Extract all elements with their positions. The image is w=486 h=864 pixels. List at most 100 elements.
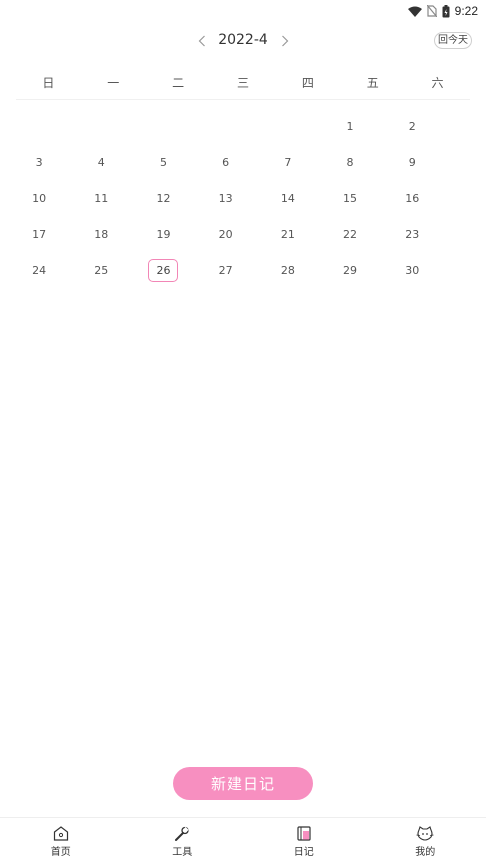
home-icon <box>53 826 68 841</box>
calendar-empty-cell <box>132 109 194 145</box>
calendar-day[interactable]: 5 <box>132 145 194 181</box>
day-number: 5 <box>159 156 167 170</box>
calendar-day[interactable]: 9 <box>381 145 443 181</box>
bottom-nav: 首页 工具 日记 我的 <box>0 817 486 864</box>
weekday-label: 四 <box>301 76 314 90</box>
day-number: 10 <box>32 191 47 205</box>
nav-item-mine[interactable]: 我的 <box>365 818 486 864</box>
day-number: 2 <box>408 120 416 134</box>
day-number <box>273 115 303 138</box>
day-number <box>148 115 178 138</box>
month-header: 2022-4 回今天 <box>0 28 486 54</box>
calendar-day[interactable]: 24 <box>8 252 70 288</box>
weekday-label: 日 <box>42 76 55 90</box>
weekday-header: 日 一 二 三 四 五 六 <box>16 74 470 100</box>
day-number: 28 <box>280 263 295 277</box>
weekday-label: 五 <box>366 76 379 90</box>
new-diary-button[interactable]: 新建日记 <box>173 767 313 800</box>
calendar-empty-cell <box>70 109 132 145</box>
day-number: 29 <box>343 263 358 277</box>
day-number: 18 <box>94 227 109 241</box>
calendar-day[interactable]: 27 <box>195 252 257 288</box>
calendar-day[interactable]: 1 <box>319 109 381 145</box>
calendar-day[interactable]: 28 <box>257 252 319 288</box>
day-number: 20 <box>218 227 233 241</box>
back-to-today-button[interactable]: 回今天 <box>434 32 472 49</box>
nav-item-tools[interactable]: 工具 <box>122 818 244 864</box>
diary-icon <box>297 826 311 841</box>
day-number: 7 <box>284 156 292 170</box>
calendar-day[interactable]: 11 <box>70 181 132 217</box>
month-title: 2022-4 <box>218 32 268 48</box>
nav-label-diary: 日记 <box>293 847 314 858</box>
weekday-label: 二 <box>172 76 185 90</box>
calendar-day[interactable]: 19 <box>132 216 194 252</box>
calendar-day[interactable]: 8 <box>319 145 381 181</box>
calendar-day[interactable]: 25 <box>70 252 132 288</box>
day-number: 24 <box>32 263 47 277</box>
next-month-button[interactable] <box>276 32 294 50</box>
calendar-day[interactable]: 2 <box>381 109 443 145</box>
weekday-label: 六 <box>431 76 444 90</box>
calendar-day[interactable]: 22 <box>319 216 381 252</box>
day-number: 8 <box>346 156 354 170</box>
wifi-icon <box>407 6 422 17</box>
calendar-day[interactable]: 18 <box>70 216 132 252</box>
battery-icon <box>442 4 450 18</box>
calendar-grid: 1 2 3 4 5 6 7 8 9 10 11 12 13 14 15 16 17 18 19 20 21 22 23 24 2… <box>8 109 474 288</box>
weekday-label: 三 <box>236 76 249 90</box>
calendar-day[interactable]: 10 <box>8 181 70 217</box>
day-number <box>24 115 54 138</box>
day-number: 14 <box>280 191 295 205</box>
calendar-empty-cell <box>195 109 257 145</box>
day-number: 3 <box>35 156 43 170</box>
cat-face-icon <box>416 826 434 841</box>
day-number <box>211 115 241 138</box>
day-number <box>86 115 116 138</box>
nav-item-diary[interactable]: 日记 <box>243 818 365 864</box>
nav-label-home: 首页 <box>50 847 71 858</box>
calendar-day[interactable]: 23 <box>381 216 443 252</box>
calendar-day[interactable]: 7 <box>257 145 319 181</box>
calendar-day[interactable]: 15 <box>319 181 381 217</box>
status-time: 9:22 <box>454 4 478 18</box>
day-number: 30 <box>405 263 420 277</box>
day-number: 26 <box>148 258 179 282</box>
day-number: 27 <box>218 263 233 277</box>
day-number: 25 <box>94 263 109 277</box>
calendar-day[interactable]: 26 <box>132 252 194 288</box>
day-number: 13 <box>218 191 233 205</box>
chevron-right-icon <box>282 35 289 47</box>
day-number: 21 <box>280 227 295 241</box>
calendar-day[interactable]: 21 <box>257 216 319 252</box>
status-bar: 9:22 <box>0 0 486 22</box>
nav-item-home[interactable]: 首页 <box>0 818 122 864</box>
day-number: 12 <box>156 191 171 205</box>
calendar-day[interactable]: 16 <box>381 181 443 217</box>
nav-label-tools: 工具 <box>172 847 193 858</box>
wrench-icon <box>175 826 189 841</box>
calendar-day[interactable]: 20 <box>195 216 257 252</box>
day-number: 4 <box>97 156 105 170</box>
calendar-day[interactable]: 3 <box>8 145 70 181</box>
calendar-day[interactable]: 17 <box>8 216 70 252</box>
calendar-day[interactable]: 13 <box>195 181 257 217</box>
calendar-day[interactable]: 4 <box>70 145 132 181</box>
nav-label-mine: 我的 <box>415 847 436 858</box>
day-number: 17 <box>32 227 47 241</box>
calendar-day[interactable]: 14 <box>257 181 319 217</box>
day-number: 11 <box>94 191 109 205</box>
day-number: 9 <box>408 156 416 170</box>
day-number: 23 <box>405 227 420 241</box>
day-number: 1 <box>346 120 354 134</box>
weekday-label: 一 <box>107 76 120 90</box>
day-number: 19 <box>156 227 171 241</box>
no-sim-icon <box>426 5 437 17</box>
day-number: 16 <box>405 191 420 205</box>
calendar-day[interactable]: 12 <box>132 181 194 217</box>
calendar-day[interactable]: 6 <box>195 145 257 181</box>
calendar-day[interactable]: 30 <box>381 252 443 288</box>
day-number: 15 <box>343 191 358 205</box>
calendar-day[interactable]: 29 <box>319 252 381 288</box>
calendar-empty-cell <box>8 109 70 145</box>
